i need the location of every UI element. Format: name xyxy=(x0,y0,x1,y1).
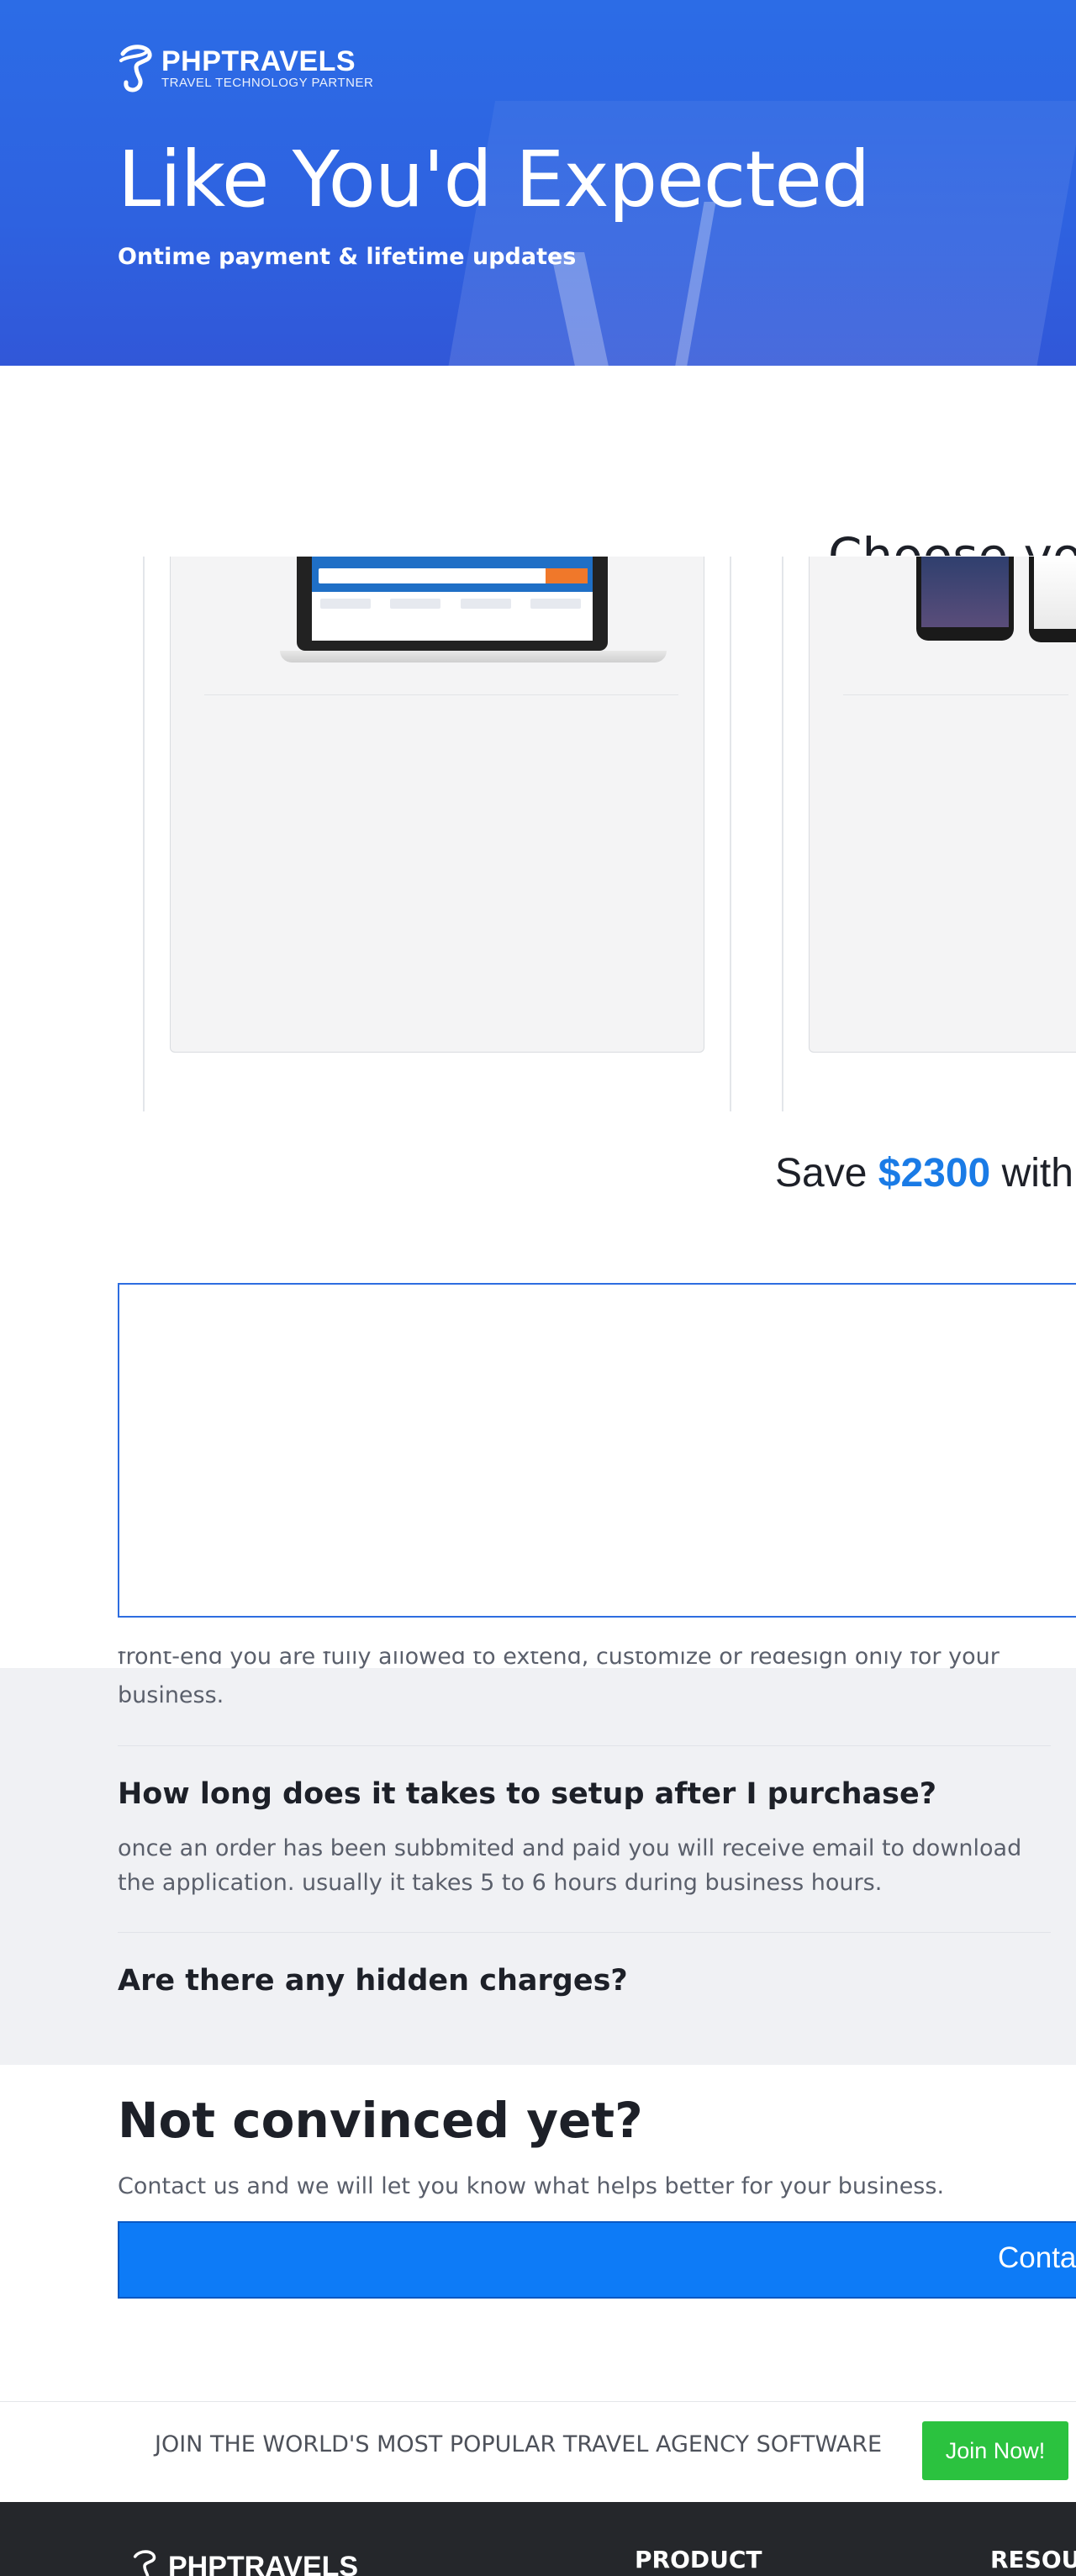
faq-divider xyxy=(118,1745,1051,1746)
faq-answer: once an order has been subbmited and pai… xyxy=(118,1835,1022,1896)
faq-divider xyxy=(118,1932,1051,1933)
footer-logo[interactable]: PHPTRAVELS xyxy=(126,2548,358,2576)
contact-button-label: Conta xyxy=(998,2241,1076,2274)
savings-prefix: Save xyxy=(775,1151,878,1196)
column-divider xyxy=(782,557,783,1111)
savings-suffix: with xyxy=(990,1151,1073,1196)
pricing-card-web xyxy=(170,557,704,1053)
faq-question[interactable]: How long does it takes to setup after I … xyxy=(118,1777,936,1811)
join-text: JOIN THE WORLD'S MOST POPULAR TRAVEL AGE… xyxy=(155,2431,883,2457)
footer-brand-name: PHPTRAVELS xyxy=(168,2551,359,2576)
contact-button[interactable]: Conta xyxy=(118,2221,1076,2299)
card-separator xyxy=(204,694,678,695)
faq-answer-partial: front-end you are fully allowed to exten… xyxy=(118,1651,1000,1670)
card-separator xyxy=(843,694,1068,695)
brand-tagline: TRAVEL TECHNOLOGY PARTNER xyxy=(161,75,374,90)
footer: PHPTRAVELS PRODUCT RESOUR xyxy=(0,2502,1076,2576)
laptop-preview-image xyxy=(280,557,667,664)
column-divider xyxy=(143,557,145,1111)
faq-question[interactable]: Are there any hidden charges? xyxy=(118,1964,628,1998)
brand-name: PHPTRAVELS xyxy=(161,45,356,77)
phone-preview-image xyxy=(1029,557,1076,642)
cta-subtitle: Contact us and we will let you know what… xyxy=(118,2173,945,2199)
content-box xyxy=(118,1283,1076,1618)
logo-icon xyxy=(119,45,152,92)
savings-amount: $2300 xyxy=(878,1151,991,1196)
join-now-button[interactable]: Join Now! xyxy=(922,2421,1068,2480)
phone-preview-image xyxy=(916,557,1014,641)
join-bar: JOIN THE WORLD'S MOST POPULAR TRAVEL AGE… xyxy=(0,2401,1076,2502)
hero-title: Like You'd Expected xyxy=(118,135,870,224)
column-divider xyxy=(730,557,731,1111)
hero-subtitle: Ontime payment & lifetime updates xyxy=(118,244,577,270)
header-logo[interactable]: PHPTRAVELS TRAVEL TECHNOLOGY PARTNER xyxy=(118,42,373,94)
hero-banner: PHPTRAVELS TRAVEL TECHNOLOGY PARTNER Lik… xyxy=(0,0,1076,366)
pricing-heading: Choose yo xyxy=(828,527,1076,556)
footer-col-product: PRODUCT xyxy=(635,2546,762,2573)
faq-answer-partial: business. xyxy=(118,1682,224,1708)
faq-section: front-end you are fully allowed to exten… xyxy=(0,1651,1076,2065)
savings-callout: Save $2300 with xyxy=(775,1150,1073,1196)
footer-col-resources: RESOUR xyxy=(990,2546,1076,2573)
cta-title: Not convinced yet? xyxy=(118,2092,643,2149)
logo-icon xyxy=(133,2550,156,2576)
